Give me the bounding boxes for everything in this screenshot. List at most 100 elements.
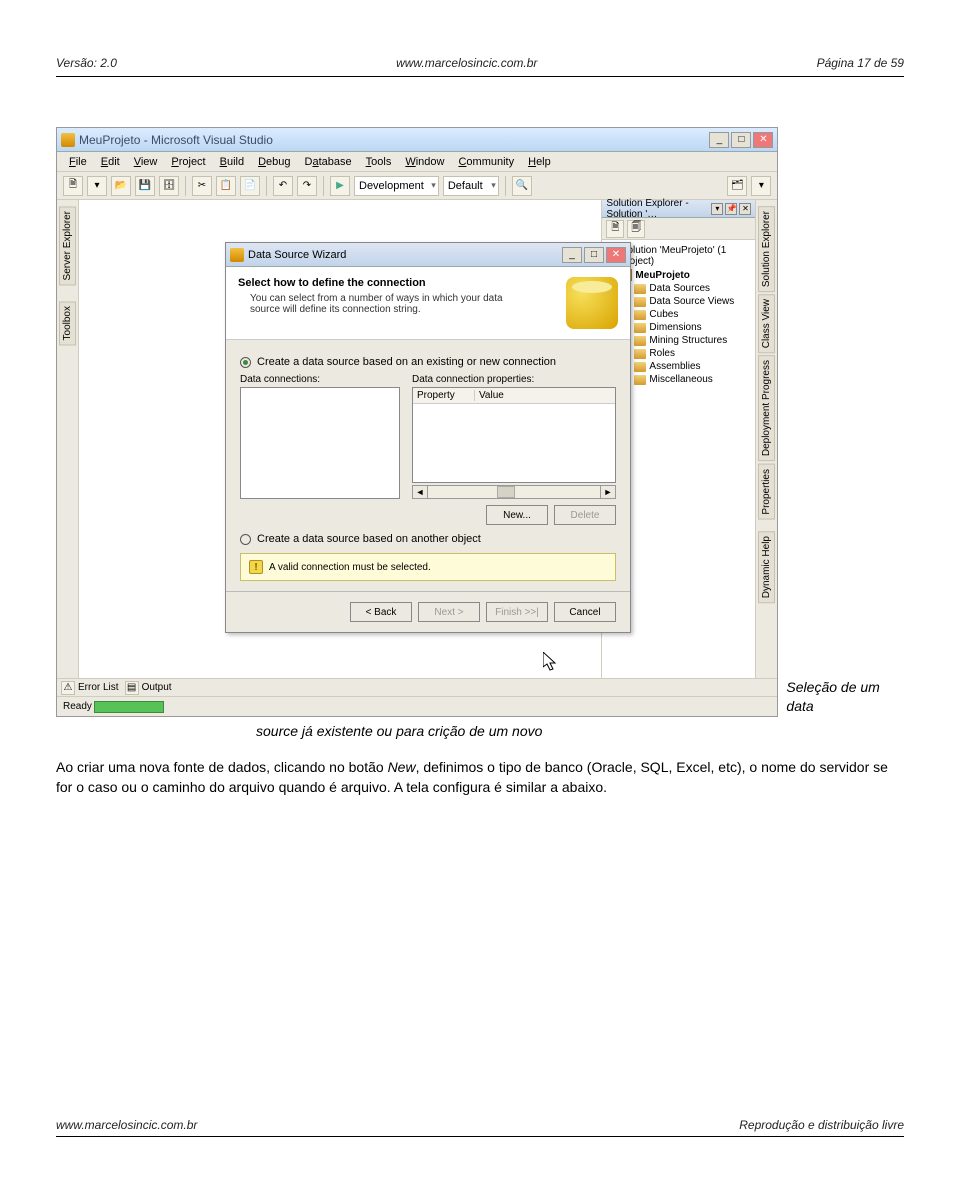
header-divider <box>56 76 904 77</box>
warning-box: A valid connection must be selected. <box>240 553 616 581</box>
class-view-tab[interactable]: Class View <box>758 294 775 353</box>
menu-database[interactable]: Database <box>299 154 358 170</box>
tb-add[interactable]: ▾ <box>87 176 107 196</box>
error-list-tab[interactable]: ⚠Error List <box>61 681 119 695</box>
scroll-right-button[interactable]: ► <box>600 485 616 499</box>
footer-site: www.marcelosincic.com.br <box>56 1118 197 1132</box>
scroll-left-button[interactable]: ◄ <box>412 485 428 499</box>
cancel-button[interactable]: Cancel <box>554 602 616 622</box>
status-text: Ready <box>63 701 92 712</box>
tb-copy[interactable]: 📋 <box>216 176 236 196</box>
delete-button[interactable]: Delete <box>554 505 616 525</box>
dialog-maximize[interactable]: □ <box>584 247 604 263</box>
panel-dropdown[interactable]: ▾ <box>711 203 723 215</box>
menubar: File Edit View Project Build Debug Datab… <box>57 152 777 172</box>
back-button[interactable]: < Back <box>350 602 412 622</box>
server-explorer-tab[interactable]: Server Explorer <box>59 206 76 285</box>
menu-tools[interactable]: Tools <box>360 154 398 170</box>
tb-open[interactable]: 📂 <box>111 176 131 196</box>
bottom-tabs: ⚠Error List ▤Output <box>57 678 777 696</box>
next-button[interactable]: Next > <box>418 602 480 622</box>
app-icon <box>61 133 75 147</box>
se-toolbar: 🗎 🗐 <box>602 218 755 240</box>
panel-pin[interactable]: 📌 <box>725 203 737 215</box>
minimize-button[interactable]: _ <box>709 132 729 148</box>
radio-existing[interactable]: Create a data source based on an existin… <box>240 356 616 368</box>
dialog-minimize[interactable]: _ <box>562 247 582 263</box>
menu-file[interactable]: File <box>63 154 93 170</box>
tb-cut[interactable]: ✂ <box>192 176 212 196</box>
tb-misc1[interactable]: 🗂 <box>727 176 747 196</box>
warning-icon <box>249 560 263 574</box>
tb-new[interactable]: 🗎 <box>63 176 83 196</box>
workspace: Server Explorer Toolbox Data Source Wiza… <box>57 200 777 696</box>
toolbox-tab[interactable]: Toolbox <box>59 301 76 345</box>
col-property[interactable]: Property <box>413 390 475 401</box>
deployment-progress-tab[interactable]: Deployment Progress <box>758 355 775 461</box>
properties-tab[interactable]: Properties <box>758 464 775 520</box>
radio-icon <box>240 357 251 368</box>
tb-redo[interactable]: ↷ <box>297 176 317 196</box>
dialog-subtext: You can select from a number of ways in … <box>238 293 518 315</box>
radio-icon <box>240 534 251 545</box>
tb-paste[interactable]: 📄 <box>240 176 260 196</box>
dialog-heading: Select how to define the connection <box>238 277 566 289</box>
dialog-title: Data Source Wizard <box>248 249 346 261</box>
titlebar: MeuProjeto - Microsoft Visual Studio _ □… <box>57 128 777 152</box>
menu-view[interactable]: View <box>128 154 164 170</box>
vs-screenshot: MeuProjeto - Microsoft Visual Studio _ □… <box>56 127 778 717</box>
output-tab[interactable]: ▤Output <box>125 681 172 695</box>
body-paragraph: Ao criar uma nova fonte de dados, clican… <box>56 757 904 798</box>
label-conn-props: Data connection properties: <box>412 374 616 385</box>
menu-window[interactable]: Window <box>399 154 450 170</box>
tb-save[interactable]: 💾 <box>135 176 155 196</box>
hscrollbar[interactable]: ◄ ► <box>412 485 616 499</box>
new-button[interactable]: New... <box>486 505 548 525</box>
dynamic-help-tab[interactable]: Dynamic Help <box>758 531 775 603</box>
listbox-connections[interactable] <box>240 387 400 499</box>
restore-button[interactable]: □ <box>731 132 751 148</box>
folder-icon <box>634 349 646 359</box>
tb-start[interactable]: ▶ <box>330 176 350 196</box>
status-progress <box>94 701 164 713</box>
se-btn1[interactable]: 🗎 <box>606 220 624 238</box>
dialog-titlebar: Data Source Wizard _ □ ✕ <box>226 243 630 267</box>
dialog-close[interactable]: ✕ <box>606 247 626 263</box>
menu-help[interactable]: Help <box>522 154 557 170</box>
dialog-header: Select how to define the connection You … <box>226 267 630 340</box>
folder-icon <box>634 336 646 346</box>
config-combo2[interactable]: Default <box>443 176 499 196</box>
tb-find[interactable]: 🔍 <box>512 176 532 196</box>
se-btn2[interactable]: 🗐 <box>627 220 645 238</box>
folder-icon <box>634 375 646 385</box>
listbox-props[interactable]: Property Value <box>412 387 616 483</box>
config-combo[interactable]: Development <box>354 176 439 196</box>
statusbar: Ready <box>57 696 777 716</box>
menu-debug[interactable]: Debug <box>252 154 296 170</box>
menu-build[interactable]: Build <box>214 154 250 170</box>
dialog-footer: < Back Next > Finish >>| Cancel <box>226 591 630 632</box>
tb-misc2[interactable]: ▾ <box>751 176 771 196</box>
menu-community[interactable]: Community <box>452 154 520 170</box>
radio2-label: Create a data source based on another ob… <box>257 533 481 545</box>
footer-divider <box>56 1136 904 1137</box>
finish-button[interactable]: Finish >>| <box>486 602 548 622</box>
doc-page: Página 17 de 59 <box>817 56 904 70</box>
scroll-track[interactable] <box>428 485 600 499</box>
menu-edit[interactable]: Edit <box>95 154 126 170</box>
radio-another-object[interactable]: Create a data source based on another ob… <box>240 533 616 545</box>
solution-explorer-title: Solution Explorer - Solution '… ▾ 📌 ✕ <box>602 200 755 218</box>
menu-project[interactable]: Project <box>165 154 211 170</box>
toolbar: 🗎 ▾ 📂 💾 🗄 ✂ 📋 📄 ↶ ↷ ▶ Development Defaul… <box>57 172 777 200</box>
canvas: Data Source Wizard _ □ ✕ Select how to d… <box>79 200 601 696</box>
panel-close[interactable]: ✕ <box>739 203 751 215</box>
tb-undo[interactable]: ↶ <box>273 176 293 196</box>
col-value[interactable]: Value <box>475 390 615 401</box>
dialog-icon <box>230 248 244 262</box>
scroll-thumb[interactable] <box>497 486 515 498</box>
solution-explorer-tab[interactable]: Solution Explorer <box>758 206 775 292</box>
close-button[interactable]: ✕ <box>753 132 773 148</box>
doc-site-top: www.marcelosincic.com.br <box>396 56 537 70</box>
tb-saveall[interactable]: 🗄 <box>159 176 179 196</box>
window-title: MeuProjeto - Microsoft Visual Studio <box>79 133 273 147</box>
